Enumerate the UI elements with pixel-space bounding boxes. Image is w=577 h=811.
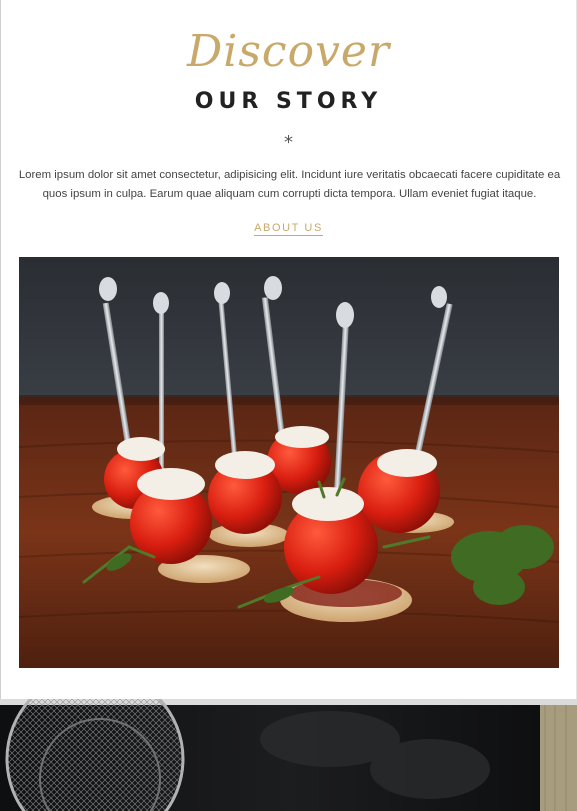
about-us-link-wrapper: ABOUT US xyxy=(0,220,577,236)
tomato-appetizer-illustration xyxy=(19,257,559,668)
intro-paragraph: Lorem ipsum dolor sit amet consectetur, … xyxy=(18,169,561,200)
our-story-section: Discover OUR STORY * Lorem ipsum dolor s… xyxy=(0,0,577,700)
script-title: Discover xyxy=(187,26,390,77)
food-photo xyxy=(19,257,559,668)
about-us-link[interactable]: ABOUT US xyxy=(254,222,323,236)
dark-kitchen-band xyxy=(0,699,577,811)
section-title: OUR STORY xyxy=(194,89,383,114)
kitchen-utensils-illustration xyxy=(0,699,577,811)
asterisk-divider: * xyxy=(284,132,293,153)
